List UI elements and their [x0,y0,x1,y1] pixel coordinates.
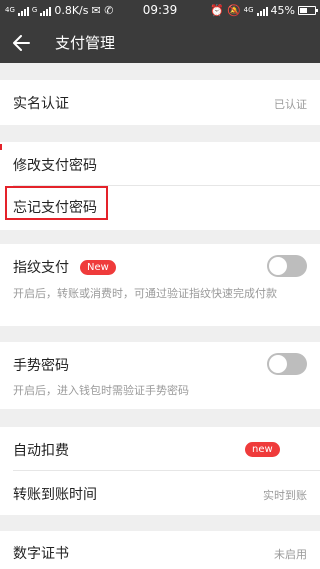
gesture-description: 开启后，进入钱包时需验证手势密码 [13,384,189,397]
mute-icon: 🔕 [226,4,241,17]
fingerprint-row: 指纹支付 New 开启后，转账或消费时，可通过验证指纹快速完成付款 [0,244,320,326]
status-right: ⏰ 🔕 4G 45% [210,4,318,17]
fingerprint-toggle[interactable] [267,255,307,277]
status-bar: 4G G 0.8K/s ✉ ✆ 09:39 ⏰ 🔕 4G 45% [0,0,320,22]
transfer-time-row[interactable]: 转账到账时间 实时到账 [0,471,320,515]
real-name-label: 实名认证 [13,96,69,112]
red-marker [0,144,2,150]
real-name-status: 已认证 [274,98,307,111]
auto-debit-label: 自动扣费 [13,443,69,459]
toggle-knob [269,257,287,275]
page-title: 支付管理 [55,34,116,52]
payment-options-section: 自动扣费 new 转账到账时间 实时到账 [0,427,320,515]
gesture-label: 手势密码 [13,358,69,374]
gesture-row: 手势密码 开启后，进入钱包时需验证手势密码 [0,342,320,409]
gesture-toggle[interactable] [267,353,307,375]
auto-debit-row[interactable]: 自动扣费 new [0,427,320,470]
battery-icon [298,6,318,15]
certificate-status: 未启用 [274,548,307,561]
change-password-label: 修改支付密码 [13,158,97,174]
alarm-icon: ⏰ [210,4,224,17]
change-password-row[interactable]: 修改支付密码 [0,142,320,185]
arrow-left-icon [13,35,30,51]
transfer-time-value: 实时到账 [263,489,307,502]
toggle-knob [269,355,287,373]
certificate-label: 数字证书 [13,546,69,562]
certificate-row[interactable]: 数字证书 未启用 [0,531,320,569]
transfer-time-label: 转账到账时间 [13,487,97,503]
title-bar: 支付管理 [0,22,320,63]
new-badge: new [245,442,280,457]
signal-icon-3 [256,6,268,16]
back-button[interactable] [8,30,34,56]
battery-percent: 45% [270,4,295,17]
fingerprint-description: 开启后，转账或消费时，可通过验证指纹快速完成付款 [13,287,277,300]
new-badge: New [80,260,116,275]
real-name-row[interactable]: 实名认证 已认证 [0,80,320,125]
fingerprint-label: 指纹支付 [13,260,69,276]
highlight-box [5,186,108,220]
right-network-tag: 4G [243,6,254,14]
